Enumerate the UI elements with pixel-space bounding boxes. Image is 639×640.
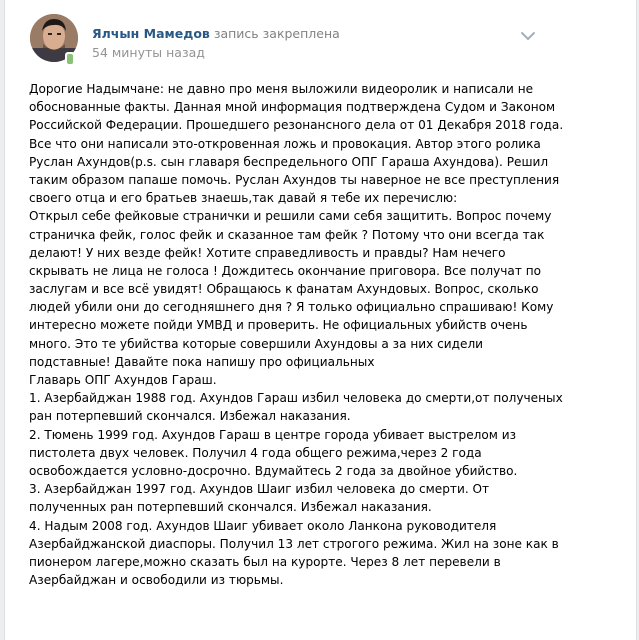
post-text-line: освобождается условно-досрочно. Вдумайте… xyxy=(29,463,518,478)
post-text-line: людей убили они до сегодняшнего дня ? Я … xyxy=(29,300,554,315)
post-text-line: делают! У них везде фейк! Хотите справед… xyxy=(29,245,506,260)
post-text-line: обоснованные факты. Данная мной информац… xyxy=(29,100,556,115)
post-text-line: ран потерпевший скончался. Избежал наказ… xyxy=(29,409,351,424)
post-text-line: пистолета двух человек. Получил 4 года о… xyxy=(29,445,482,460)
post-text-line: полученных ран потерпевший скончался. Из… xyxy=(29,500,432,515)
post-text-line: Дорогие Надымчане: не давно про меня выл… xyxy=(29,82,534,96)
post-text-line: заслугам и все всё увидят! Обращаюсь к ф… xyxy=(29,282,539,297)
post-text-line: подставные! Давайте пока напишу про офиц… xyxy=(29,354,375,369)
chevron-down-icon[interactable] xyxy=(518,28,538,44)
post-text-line: много. Это те убийства которые совершили… xyxy=(29,336,484,351)
author-name[interactable]: Ялчын Мамедов xyxy=(92,26,210,41)
online-mobile-icon xyxy=(65,52,75,66)
post-text: Дорогие Надымчане: не давно про меня выл… xyxy=(29,80,629,589)
post-text-line: своего отца и его братьев знаешь,так дав… xyxy=(29,191,458,206)
post-text-line: 2. Тюмень 1999 год. Ахундов Гараш в цент… xyxy=(29,427,517,442)
post-text-line: скрывать не лица не голоса ! Дождитесь о… xyxy=(29,263,542,278)
post-text-line: Руслан Ахундов(p.s. сын главаря беспреде… xyxy=(29,154,549,169)
post-text-line: Открыл себе фейковые странички и решили … xyxy=(29,209,552,224)
post-action-text: запись закреплена xyxy=(213,26,340,41)
post-time[interactable]: 54 минуты назад xyxy=(92,45,205,61)
wall-post: Ялчын Мамедов запись закреплена 54 минуты… xyxy=(4,0,637,640)
post-text-line: страничка фейк, голос фейк и сказанное т… xyxy=(29,227,545,242)
post-text-line: Азербайджан и освободили из тюрьмы. xyxy=(29,573,284,588)
post-text-line: Все что они написали это-откровенная лож… xyxy=(29,136,541,151)
post-text-line: 1. Азербайджан 1988 год. Ахундов Гараш и… xyxy=(29,391,563,406)
post-text-line: Российской Федерации. Прошедшего резонан… xyxy=(29,118,564,133)
post-header: Ялчын Мамедов запись закреплена xyxy=(92,26,340,42)
post-text-line: 3. Азербайджан 1997 год. Ахундов Шаиг из… xyxy=(29,482,490,497)
post-text-line: Азербайджанской диаспоры. Получил 13 лет… xyxy=(29,536,559,551)
post-text-line: таким образом папаше помочь. Руслан Ахун… xyxy=(29,172,560,187)
post-text-line: пионером лагере,можно сказать был на кур… xyxy=(29,554,501,569)
post-text-line: 4. Надым 2008 год. Ахундов Шаиг убивает … xyxy=(29,518,497,533)
post-text-line: Главарь ОПГ Ахундов Гараш. xyxy=(29,373,217,387)
post-text-line: интересно можете пойди УМВД и проверить.… xyxy=(29,318,528,333)
